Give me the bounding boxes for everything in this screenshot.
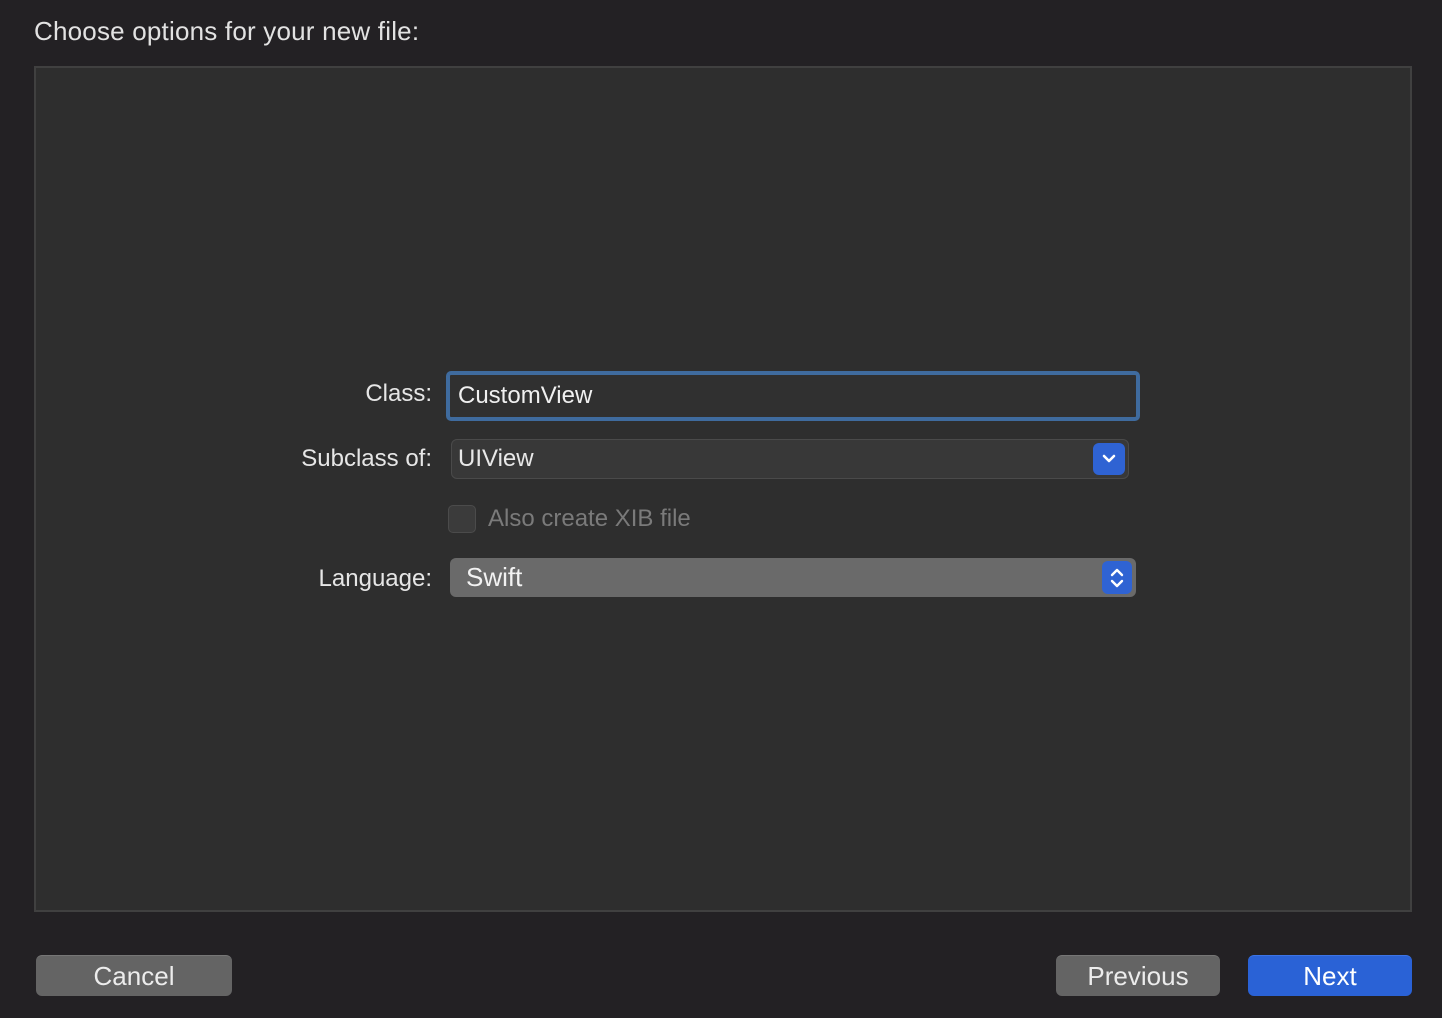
language-popup[interactable]: Swift bbox=[450, 558, 1136, 597]
subclass-combo-box[interactable]: UIView bbox=[451, 439, 1129, 479]
class-name-value[interactable]: CustomView bbox=[458, 382, 592, 410]
subclass-label: Subclass of: bbox=[301, 445, 432, 472]
new-file-options-dialog: Choose options for your new file: Class:… bbox=[0, 0, 1442, 1018]
next-button[interactable]: Next bbox=[1248, 955, 1412, 996]
also-create-xib-checkbox[interactable] bbox=[448, 505, 476, 533]
class-name-field[interactable]: CustomView bbox=[446, 371, 1140, 421]
dialog-heading: Choose options for your new file: bbox=[34, 16, 420, 46]
language-value[interactable]: Swift bbox=[466, 562, 522, 593]
options-panel bbox=[34, 66, 1412, 912]
cancel-button[interactable]: Cancel bbox=[36, 955, 232, 996]
language-popup-arrows[interactable] bbox=[1102, 561, 1132, 594]
previous-button[interactable]: Previous bbox=[1056, 955, 1220, 996]
class-label: Class: bbox=[365, 380, 432, 407]
also-create-xib-label: Also create XIB file bbox=[488, 505, 691, 532]
subclass-dropdown-button[interactable] bbox=[1093, 443, 1125, 475]
language-label: Language: bbox=[318, 565, 432, 592]
xib-checkbox-row: Also create XIB file bbox=[448, 505, 691, 533]
subclass-value[interactable]: UIView bbox=[458, 445, 534, 473]
up-down-chevron-icon bbox=[1110, 568, 1124, 587]
chevron-down-icon bbox=[1102, 454, 1116, 463]
